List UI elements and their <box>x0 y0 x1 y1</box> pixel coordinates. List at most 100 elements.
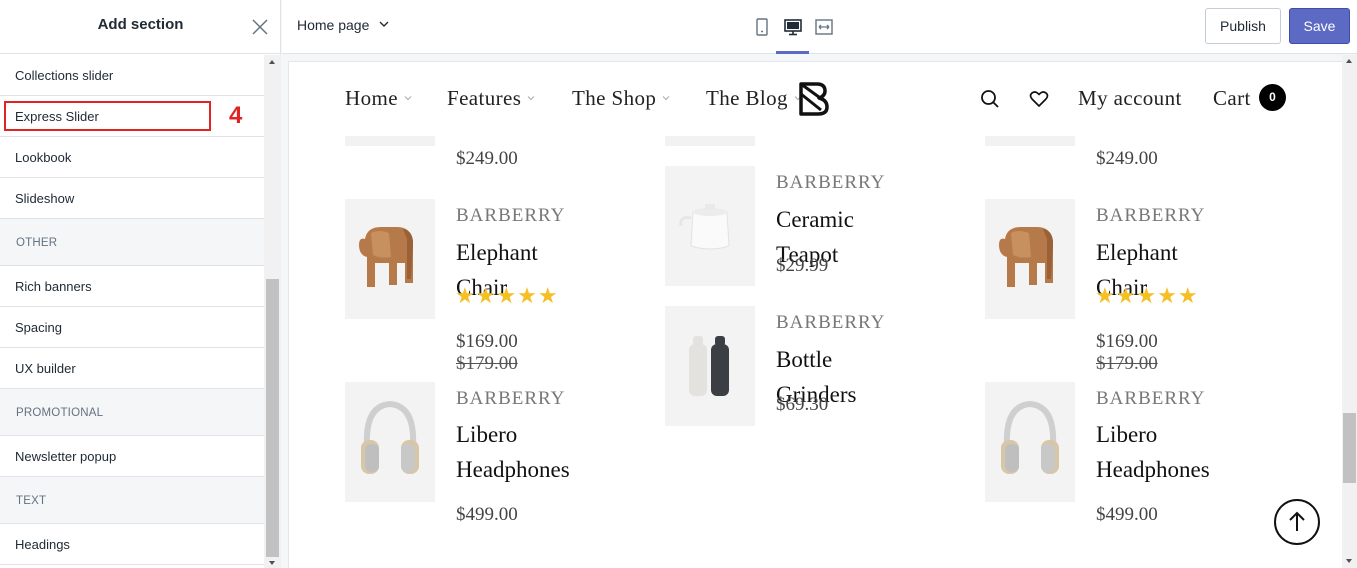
annotation-highlight-box <box>4 101 211 131</box>
product-price: $249.00 <box>456 148 518 169</box>
product-image-elephant-chair[interactable] <box>345 199 435 319</box>
wishlist-heart-icon[interactable] <box>1028 88 1050 110</box>
section-item-label: UX builder <box>15 361 76 376</box>
section-item-lookbook[interactable]: Lookbook <box>0 137 264 178</box>
editor-topbar: Home page Publish Save <box>282 0 1357 54</box>
my-account-link[interactable]: My account <box>1078 86 1182 111</box>
partial-product-image <box>985 136 1075 146</box>
arrow-up-icon <box>1289 511 1305 531</box>
sidebar-header: Add section <box>0 0 281 54</box>
nav-item-features[interactable]: Features <box>447 86 535 111</box>
mobile-view-icon[interactable] <box>751 16 773 38</box>
section-item-label: Spacing <box>15 320 62 335</box>
page-selector[interactable]: Home page <box>297 17 389 33</box>
add-section-sidebar: Add section Collections slider Express S… <box>0 0 281 568</box>
scroll-up-arrow-icon[interactable] <box>269 60 275 64</box>
product-vendor: BARBERRY <box>1096 205 1206 226</box>
bottle-grinders-image <box>689 336 729 396</box>
section-item-ux-builder[interactable]: UX builder <box>0 348 264 389</box>
product-title-line: Headphones <box>1096 457 1210 482</box>
store-header-nav: Home Features The Shop The Blog My accou… <box>289 62 1342 136</box>
section-item-label: Slideshow <box>15 191 75 206</box>
product-price: $169.00 $179.00 <box>1096 331 1158 375</box>
sale-price: $169.00 <box>456 331 518 352</box>
section-item-headings[interactable]: Headings <box>0 524 264 565</box>
section-item-spacing[interactable]: Spacing <box>0 307 264 348</box>
close-icon[interactable] <box>250 17 270 37</box>
section-item-label: Rich banners <box>15 279 92 294</box>
product-vendor: BARBERRY <box>776 172 886 193</box>
sidebar-scroll-thumb[interactable] <box>266 279 279 557</box>
product-price: $499.00 <box>1096 504 1158 525</box>
store-logo-icon[interactable] <box>797 80 831 118</box>
nav-item-the-shop[interactable]: The Shop <box>572 86 670 111</box>
scroll-down-arrow-icon[interactable] <box>269 561 275 565</box>
sale-price: $169.00 <box>1096 331 1158 352</box>
category-header-text: TEXT <box>0 476 264 524</box>
store-preview-frame: Home Features The Shop The Blog My accou… <box>289 62 1342 568</box>
preview-scroll-thumb[interactable] <box>1343 413 1356 483</box>
section-item-collections-slider[interactable]: Collections slider <box>0 55 264 96</box>
product-price: $169.00 $179.00 <box>456 331 518 375</box>
product-title-line: Libero <box>456 422 518 447</box>
product-image-headphones[interactable] <box>985 382 1075 502</box>
desktop-view-icon[interactable] <box>782 16 804 38</box>
product-image-elephant-chair[interactable] <box>985 199 1075 319</box>
sidebar-scrollbar[interactable] <box>264 55 281 568</box>
product-vendor: BARBERRY <box>776 312 886 333</box>
category-label: OTHER <box>16 237 58 249</box>
section-item-newsletter-popup[interactable]: Newsletter popup <box>0 436 264 477</box>
product-image-teapot[interactable] <box>665 166 755 286</box>
product-vendor: BARBERRY <box>1096 388 1206 409</box>
chevron-down-icon <box>404 96 412 101</box>
partial-product-image <box>665 136 755 146</box>
section-item-slideshow[interactable]: Slideshow <box>0 178 264 219</box>
active-device-indicator <box>776 51 809 54</box>
section-item-rich-banners[interactable]: Rich banners <box>0 266 264 307</box>
product-price: $29.99 <box>776 255 829 276</box>
nav-item-label: Home <box>345 86 398 110</box>
product-price: $69.30 <box>776 394 829 415</box>
scroll-down-arrow-icon[interactable] <box>1346 559 1352 563</box>
cart-link[interactable]: Cart <box>1213 86 1251 111</box>
section-item-label: Headings <box>15 537 70 552</box>
publish-button[interactable]: Publish <box>1205 8 1281 44</box>
product-title[interactable]: Libero Headphones <box>456 417 570 487</box>
product-title-line: Libero <box>1096 422 1158 447</box>
fullscreen-view-icon[interactable] <box>813 16 835 38</box>
preview-scrollbar[interactable] <box>1342 55 1357 568</box>
teapot-image <box>679 204 730 250</box>
product-title[interactable]: Libero Headphones <box>1096 417 1210 487</box>
elephant-chair-image <box>359 227 413 287</box>
product-vendor: BARBERRY <box>456 388 566 409</box>
product-vendor: BARBERRY <box>456 205 566 226</box>
product-image-headphones[interactable] <box>345 382 435 502</box>
section-item-label: Collections slider <box>15 68 114 83</box>
cart-count-badge: 0 <box>1259 84 1286 111</box>
product-title-line: Headphones <box>456 457 570 482</box>
sidebar-title: Add section <box>97 16 184 33</box>
headphones-image <box>361 400 419 474</box>
compare-price: $179.00 <box>1096 353 1158 374</box>
elephant-chair-image <box>999 227 1053 287</box>
nav-item-home[interactable]: Home <box>345 86 412 111</box>
back-to-top-button[interactable] <box>1274 499 1320 545</box>
rating-stars: ★★★★★ <box>455 283 559 308</box>
category-label: TEXT <box>16 495 47 507</box>
nav-item-label: Features <box>447 86 522 110</box>
product-price: $249.00 <box>1096 148 1158 169</box>
compare-price: $179.00 <box>456 353 518 374</box>
category-header-other: OTHER <box>0 218 264 266</box>
save-button[interactable]: Save <box>1289 8 1350 44</box>
nav-item-the-blog[interactable]: The Blog <box>706 86 802 111</box>
nav-item-label: The Blog <box>706 86 788 110</box>
headphones-image <box>1001 400 1059 474</box>
section-item-label: Lookbook <box>15 150 72 165</box>
chevron-down-icon <box>379 21 389 27</box>
category-header-promotional: PROMOTIONAL <box>0 388 264 436</box>
search-icon[interactable] <box>979 88 1001 110</box>
product-image-bottle-grinders[interactable] <box>665 306 755 426</box>
scroll-up-arrow-icon[interactable] <box>1346 59 1352 63</box>
page-selector-label: Home page <box>297 17 370 33</box>
partial-product-image <box>345 136 435 146</box>
